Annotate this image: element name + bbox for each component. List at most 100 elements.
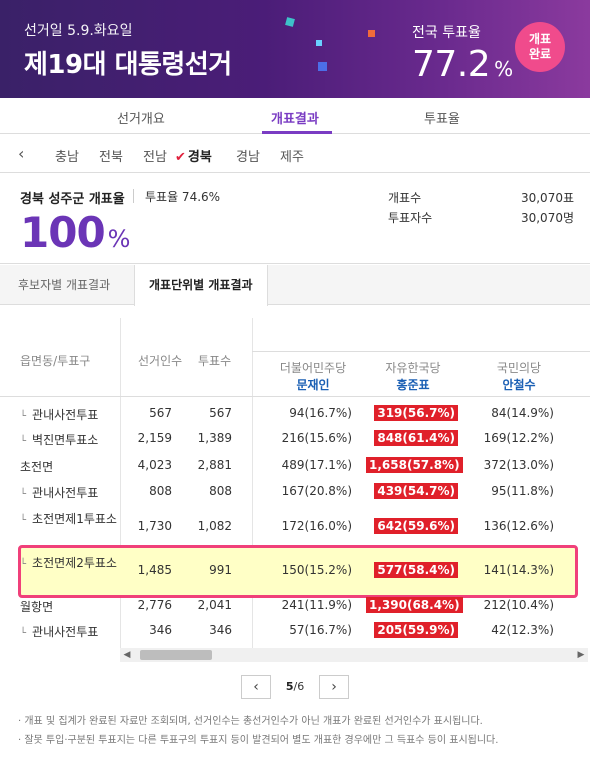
candidate-1-cell: 57(16.7%)	[289, 623, 352, 637]
electors-cell: 2,776	[137, 598, 172, 612]
decoration-square	[285, 17, 295, 27]
voters-cell: 808	[209, 484, 232, 498]
tree-branch-icon: └	[20, 559, 27, 570]
national-turnout-value: 77.2%	[412, 44, 513, 85]
header-candidate-1: 더불어민주당 문재인	[279, 361, 347, 392]
tree-branch-icon: └	[20, 436, 27, 447]
region-jeonbuk[interactable]: 전북	[99, 146, 123, 165]
horizontal-scrollbar[interactable]: ◀ ▶	[120, 648, 588, 662]
region-gyeongbuk[interactable]: ✔ 경북	[175, 146, 212, 165]
area-name: └ 초전면제1투표소	[20, 512, 117, 526]
scroll-right-icon[interactable]: ▶	[574, 648, 588, 662]
election-title: 제19대 대통령선거	[24, 50, 232, 80]
results-table: 읍면동/투표구 선거인수 투표수 더불어민주당 문재인 자유한국당 홍준표 국민…	[0, 318, 590, 664]
candidate-3-cell: 169(12.2%)	[483, 431, 554, 445]
header-voters: 투표수	[198, 354, 232, 368]
table-row: 초전면 4,023 2,881 489(17.1%) 1,658(57.8%) 372(1…	[0, 457, 590, 476]
electors-cell: 4,023	[137, 458, 172, 472]
tree-branch-icon: └	[20, 515, 27, 526]
result-sub-tabs: 후보자별 개표결과 개표단위별 개표결과	[0, 265, 590, 306]
decoration-square	[368, 30, 375, 37]
counted-votes-row: 개표수 30,070표	[388, 191, 574, 205]
area-name: └ 관내사전투표	[20, 408, 99, 422]
candidate-3-cell: 84(14.9%)	[491, 406, 554, 420]
next-page-button[interactable]: ›	[319, 675, 349, 699]
header-divider	[252, 351, 590, 352]
voters-cell: 1,082	[197, 519, 232, 533]
table-row: └ 관내사전투표 808 808 167(20.8%) 439(54.7%) 95(11.8…	[0, 483, 590, 502]
voters-cell: 991	[209, 563, 232, 577]
chevron-right-icon: ›	[331, 679, 337, 695]
candidate-3-cell: 141(14.3%)	[483, 563, 554, 577]
area-name: └ 관내사전투표	[20, 625, 99, 639]
decoration-square	[318, 62, 327, 71]
area-name: └ 초전면제2투표소	[20, 556, 117, 570]
header-divider	[0, 396, 590, 397]
check-icon: ✔	[175, 150, 186, 165]
election-date: 선거일 5.9.화요일	[24, 23, 133, 39]
electors-cell: 808	[149, 484, 172, 498]
table-row: └ 관내사전투표 346 346 57(16.7%) 205(59.9%) 42(12.3%…	[0, 622, 590, 641]
prev-page-button[interactable]: ‹	[241, 675, 271, 699]
page-indicator: 5/6	[285, 680, 305, 693]
region-jeonnam[interactable]: 전남	[143, 146, 167, 165]
table-row: └ 벽진면투표소 2,159 1,389 216(15.6%) 848(61.4%) 169…	[0, 430, 590, 449]
tab-by-unit[interactable]: 개표단위별 개표결과	[134, 265, 268, 306]
header-candidate-2: 자유한국당 홍준표	[385, 361, 441, 392]
footnote: · 개표 및 집계가 완료된 자료만 조회되며, 선거인수는 총선거인수가 아닌…	[18, 716, 483, 727]
tree-branch-icon: └	[20, 411, 27, 422]
header-candidate-3: 국민의당 안철수	[496, 361, 542, 392]
candidate-1-cell: 216(15.6%)	[281, 431, 352, 445]
region-chungnam[interactable]: 충남	[55, 146, 79, 165]
summary-title: 경북 성주군 개표율	[20, 192, 125, 207]
electors-cell: 346	[149, 623, 172, 637]
chevron-left-icon[interactable]: ‹	[18, 144, 24, 163]
candidate-2-cell: 319(56.7%)	[366, 405, 458, 421]
candidate-2-cell: 1,390(68.4%)	[366, 597, 463, 613]
scroll-left-icon[interactable]: ◀	[120, 648, 134, 662]
tab-by-candidate[interactable]: 후보자별 개표결과	[4, 265, 124, 305]
tab-turnout[interactable]: 투표율	[424, 108, 460, 127]
table-row: └ 초전면제2투표소 1,485 991 150(15.2%) 577(58.4%) 141…	[0, 554, 590, 590]
candidate-2-cell: 1,658(57.8%)	[366, 457, 463, 473]
candidate-2-cell: 577(58.4%)	[366, 562, 458, 578]
voters-cell: 346	[209, 623, 232, 637]
voters-cell: 2,041	[197, 598, 232, 612]
scrollbar-thumb[interactable]	[140, 650, 212, 660]
count-summary: 경북 성주군 개표율 투표율 74.6% 100% 개표수 30,070표 투표…	[0, 174, 590, 264]
table-row: └ 관내사전투표 567 567 94(16.7%) 319(56.7%) 84(14.9%…	[0, 405, 590, 424]
area-name: └ 벽진면투표소	[20, 433, 99, 447]
candidate-1-cell: 172(16.0%)	[281, 519, 352, 533]
candidate-2-cell: 205(59.9%)	[366, 622, 458, 638]
voters-cell: 567	[209, 406, 232, 420]
voters-cell: 2,881	[197, 458, 232, 472]
region-jeju[interactable]: 제주	[280, 146, 304, 165]
electors-cell: 1,730	[137, 519, 172, 533]
candidate-3-cell: 212(10.4%)	[483, 598, 554, 612]
header-electors: 선거인수	[138, 354, 183, 368]
footnotes: · 개표 및 집계가 완료된 자료만 조회되며, 선거인수는 총선거인수가 아닌…	[18, 712, 578, 750]
candidate-3-cell: 42(12.3%)	[491, 623, 554, 637]
summary-turnout: 투표율 74.6%	[145, 190, 221, 204]
header-area: 읍면동/투표구	[20, 354, 91, 368]
candidate-2-cell: 642(59.6%)	[366, 518, 458, 534]
candidate-2-cell: 439(54.7%)	[366, 483, 458, 499]
voters-row: 투표자수 30,070명	[388, 211, 574, 225]
tab-election-overview[interactable]: 선거개요	[117, 108, 165, 127]
voters-cell: 1,389	[197, 431, 232, 445]
electors-cell: 2,159	[137, 431, 172, 445]
candidate-1-cell: 94(16.7%)	[289, 406, 352, 420]
candidate-2-cell: 848(61.4%)	[366, 430, 458, 446]
decoration-square	[316, 40, 322, 46]
candidate-3-cell: 95(11.8%)	[491, 484, 554, 498]
region-gyeongnam[interactable]: 경남	[236, 146, 260, 165]
table-row: 월항면 2,776 2,041 241(11.9%) 1,390(68.4%) 212(1…	[0, 597, 590, 616]
tab-count-results[interactable]: 개표결과	[271, 108, 319, 127]
tree-branch-icon: └	[20, 628, 27, 639]
candidate-1-cell: 489(17.1%)	[281, 458, 352, 472]
election-header: 선거일 5.9.화요일 제19대 대통령선거 전국 투표율 77.2% 개표 완료	[0, 0, 590, 98]
tree-branch-icon: └	[20, 489, 27, 500]
candidate-3-cell: 136(12.6%)	[483, 519, 554, 533]
region-selector: ‹ 충남 전북 전남 ✔ 경북 경남 제주	[0, 135, 590, 173]
area-name: 월항면	[20, 600, 54, 614]
